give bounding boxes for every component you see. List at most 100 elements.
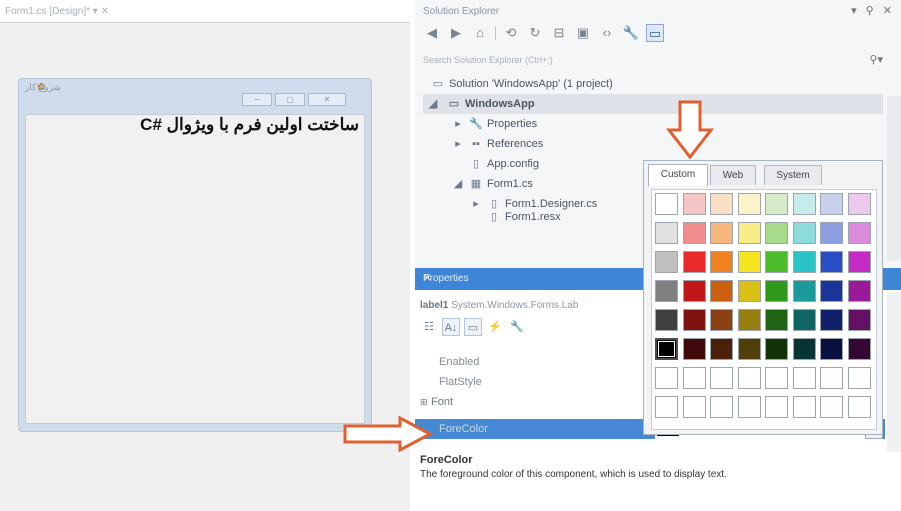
color-swatch-4-6[interactable] [820,309,843,331]
color-swatch-0-3[interactable] [737,193,761,215]
color-swatch-7-5[interactable] [792,396,816,418]
color-swatch-2-4[interactable] [765,251,788,273]
solution-scrollbar[interactable] [887,96,901,261]
color-swatch-1-2[interactable] [710,222,733,244]
color-swatch-5-3[interactable] [737,338,761,360]
collapse-arrow-icon[interactable]: ◢ [451,174,465,194]
color-swatch-2-3[interactable] [737,251,761,273]
color-swatch-0-2[interactable] [710,193,733,215]
form-preview-window[interactable]: ✿ شروع کار ─ ▢ ✕ ساختت اولین فرم با ویژو… [18,78,372,432]
color-swatch-7-6[interactable] [820,396,843,418]
back-icon[interactable]: ◀ [423,24,441,42]
color-swatch-5-0[interactable] [655,338,678,360]
refresh-icon[interactable]: ↻ [526,24,544,42]
property-pages-icon[interactable]: 🔧 [508,318,526,336]
color-swatch-6-3[interactable] [737,367,761,389]
color-swatch-7-3[interactable] [737,396,761,418]
tree-item-form1-resx[interactable]: ▯ Form1.resx [487,210,561,224]
panel-window-controls[interactable]: ▾ ⚲ ✕ [851,4,895,17]
color-swatch-1-1[interactable] [682,222,706,244]
show-all-icon[interactable]: ▣ [574,24,592,42]
tree-item-app-config[interactable]: ▯ App.config [469,154,539,174]
color-swatch-4-7[interactable] [847,309,871,331]
minimize-button[interactable]: ─ [242,93,272,106]
color-swatch-3-5[interactable] [792,280,816,302]
view-code-icon[interactable]: ‹› [598,24,616,42]
color-swatch-5-1[interactable] [682,338,706,360]
color-swatch-1-3[interactable] [737,222,761,244]
expand-icon[interactable]: ⊞ [420,392,428,412]
color-swatch-6-0[interactable] [655,367,678,389]
color-swatch-4-0[interactable] [655,309,678,331]
expand-arrow-icon[interactable]: ▸ [451,114,465,134]
color-swatch-4-3[interactable] [737,309,761,331]
color-swatch-0-6[interactable] [820,193,843,215]
color-swatch-5-2[interactable] [710,338,733,360]
color-swatch-7-0[interactable] [655,396,678,418]
color-swatch-4-2[interactable] [710,309,733,331]
tab-system[interactable]: System [764,165,822,185]
object-selector[interactable]: label1 System.Windows.Forms.Lab [420,300,578,311]
alphabetical-icon[interactable]: A↓ [442,318,460,336]
color-swatch-5-7[interactable] [847,338,871,360]
color-swatch-5-5[interactable] [792,338,816,360]
close-button[interactable]: ✕ [308,93,346,106]
color-swatch-0-5[interactable] [792,193,816,215]
color-swatch-0-7[interactable] [847,193,871,215]
color-swatch-2-5[interactable] [792,251,816,273]
color-swatch-6-7[interactable] [847,367,871,389]
color-swatch-1-5[interactable] [792,222,816,244]
color-swatch-0-4[interactable] [765,193,788,215]
tree-item-form1[interactable]: ◢ ▦ Form1.cs [451,174,533,194]
preview-icon[interactable]: ▭ [646,24,664,42]
color-swatch-3-6[interactable] [820,280,843,302]
color-swatch-7-4[interactable] [765,396,788,418]
color-swatch-4-4[interactable] [765,309,788,331]
color-swatch-0-1[interactable] [682,193,706,215]
color-swatch-1-6[interactable] [820,222,843,244]
tab-web[interactable]: Web [710,165,756,185]
color-swatch-2-7[interactable] [847,251,871,273]
forward-icon[interactable]: ▶ [447,24,465,42]
color-swatch-3-2[interactable] [710,280,733,302]
color-swatch-3-4[interactable] [765,280,788,302]
color-swatch-2-1[interactable] [682,251,706,273]
color-swatch-2-2[interactable] [710,251,733,273]
color-swatch-1-7[interactable] [847,222,871,244]
events-icon[interactable]: ⚡ [486,318,504,336]
properties-view-icon[interactable]: ▭ [464,318,482,336]
color-swatch-7-1[interactable] [682,396,706,418]
label1-control[interactable]: ساختت اولین فرم با ویژوال #C [25,115,365,135]
properties-scrollbar[interactable] [887,292,901,452]
categorized-icon[interactable]: ☷ [420,318,438,336]
color-swatch-5-6[interactable] [820,338,843,360]
color-swatch-6-4[interactable] [765,367,788,389]
expand-arrow-icon[interactable]: ▸ [469,194,483,214]
expand-arrow-icon[interactable]: ▸ [451,134,465,154]
color-swatch-3-0[interactable] [655,280,678,302]
color-swatch-3-1[interactable] [682,280,706,302]
color-swatch-2-0[interactable] [655,251,678,273]
color-swatch-1-4[interactable] [765,222,788,244]
color-swatch-6-5[interactable] [792,367,816,389]
sync-icon[interactable]: ⟲ [502,24,520,42]
color-swatch-3-3[interactable] [737,280,761,302]
color-swatch-6-6[interactable] [820,367,843,389]
color-swatch-3-7[interactable] [847,280,871,302]
tab-custom[interactable]: Custom [648,164,708,186]
home-icon[interactable]: ⌂ [471,24,489,42]
properties-icon[interactable]: 🔧 [622,24,640,42]
color-swatch-4-5[interactable] [792,309,816,331]
color-swatch-6-2[interactable] [710,367,733,389]
designer-document-tab[interactable]: Form1.cs [Design]* ▾ ✕ [5,6,205,22]
color-swatch-5-4[interactable] [765,338,788,360]
tree-item-solution[interactable]: ▭ Solution 'WindowsApp' (1 project) [431,74,613,94]
tree-item-properties[interactable]: ▸ 🔧 Properties [451,114,537,134]
tree-item-references[interactable]: ▸ ▪▪ References [451,134,543,154]
color-swatch-0-0[interactable] [655,193,678,215]
color-swatch-6-1[interactable] [682,367,706,389]
color-swatch-1-0[interactable] [655,222,678,244]
color-swatch-7-7[interactable] [847,396,871,418]
color-swatch-4-1[interactable] [682,309,706,331]
color-swatch-2-6[interactable] [820,251,843,273]
